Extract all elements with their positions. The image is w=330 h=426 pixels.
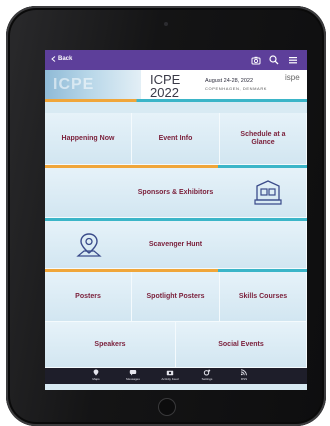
exhibit-booth-icon [254,180,282,205]
tab-rss[interactable]: RSS [229,369,259,384]
tile-schedule-at-a-glance[interactable]: Schedule at a Glance [220,113,307,165]
tile-scavenger-hunt[interactable]: Scavenger Hunt [45,221,307,269]
tab-activity-feed[interactable]: Activity Feed [155,369,185,384]
tile-skills-courses[interactable]: Skills Courses [220,272,307,322]
event-dates: August 24-28, 2022 [205,78,254,84]
tile-social-events[interactable]: Social Events [176,322,307,368]
tab-label: Activity Feed [161,377,179,381]
tile-label: Skills Courses [238,292,288,300]
hamburger-icon [289,57,297,64]
banner-stripe [45,99,307,102]
tile-speakers[interactable]: Speakers [45,322,176,368]
front-camera [164,22,168,26]
tab-label: Messages [126,377,140,381]
tab-messages[interactable]: Messages [118,369,148,384]
event-banner: ICPE ICPE 2022 August 24-28, 2022 COPENH… [45,70,307,102]
organizer-logo: ispe [285,73,300,82]
tile-sponsors-exhibitors[interactable]: Sponsors & Exhibitors [45,168,307,218]
banner-logo-image: ICPE [45,70,141,102]
search-icon [269,55,279,65]
menu-button[interactable] [287,54,299,66]
event-name: ICPE 2022 [150,72,181,100]
chevron-left-icon [51,56,56,62]
map-pin-icon [76,233,102,257]
tile-label: Sponsors & Exhibitors [137,188,214,196]
rss-icon [240,369,247,376]
search-button[interactable] [268,54,280,66]
tile-label: Schedule at a Glance [240,130,286,146]
tab-label: RSS [240,377,248,381]
tile-label: Happening Now [61,134,115,142]
banner-logo-text: ICPE [53,76,95,93]
gear-icon [203,369,211,376]
back-label: Back [58,56,73,62]
camera-icon [166,370,174,376]
tile-label: Social Events [218,340,264,348]
top-nav-bar: Back [45,50,307,70]
bottom-tab-bar: Maps Messages Activity Feed Settings RSS [45,368,307,384]
tile-label: Speakers [94,340,126,348]
tile-label: Event Info [158,134,193,142]
tab-label: Settings [201,377,213,381]
map-pin-icon [93,369,99,376]
tile-posters[interactable]: Posters [45,272,132,322]
tab-settings[interactable]: Settings [192,369,222,384]
messages-icon [129,370,137,376]
camera-icon [251,56,261,65]
event-location: COPENHAGEN, DENMARK [205,86,268,91]
tile-label: Posters [75,292,101,300]
camera-button[interactable] [250,54,262,66]
tab-label: Maps [92,377,100,381]
tile-label: Scavenger Hunt [148,240,203,248]
tile-event-info[interactable]: Event Info [132,113,220,165]
home-button[interactable] [158,398,176,416]
tile-happening-now[interactable]: Happening Now [45,113,132,165]
app-screen: Back ICPE ICPE 2022 August 24-28, 2022 C… [45,50,307,390]
tab-maps[interactable]: Maps [81,369,111,384]
back-button[interactable]: Back [51,56,72,62]
tile-label: Spotlight Posters [146,292,205,300]
tile-spotlight-posters[interactable]: Spotlight Posters [132,272,220,322]
